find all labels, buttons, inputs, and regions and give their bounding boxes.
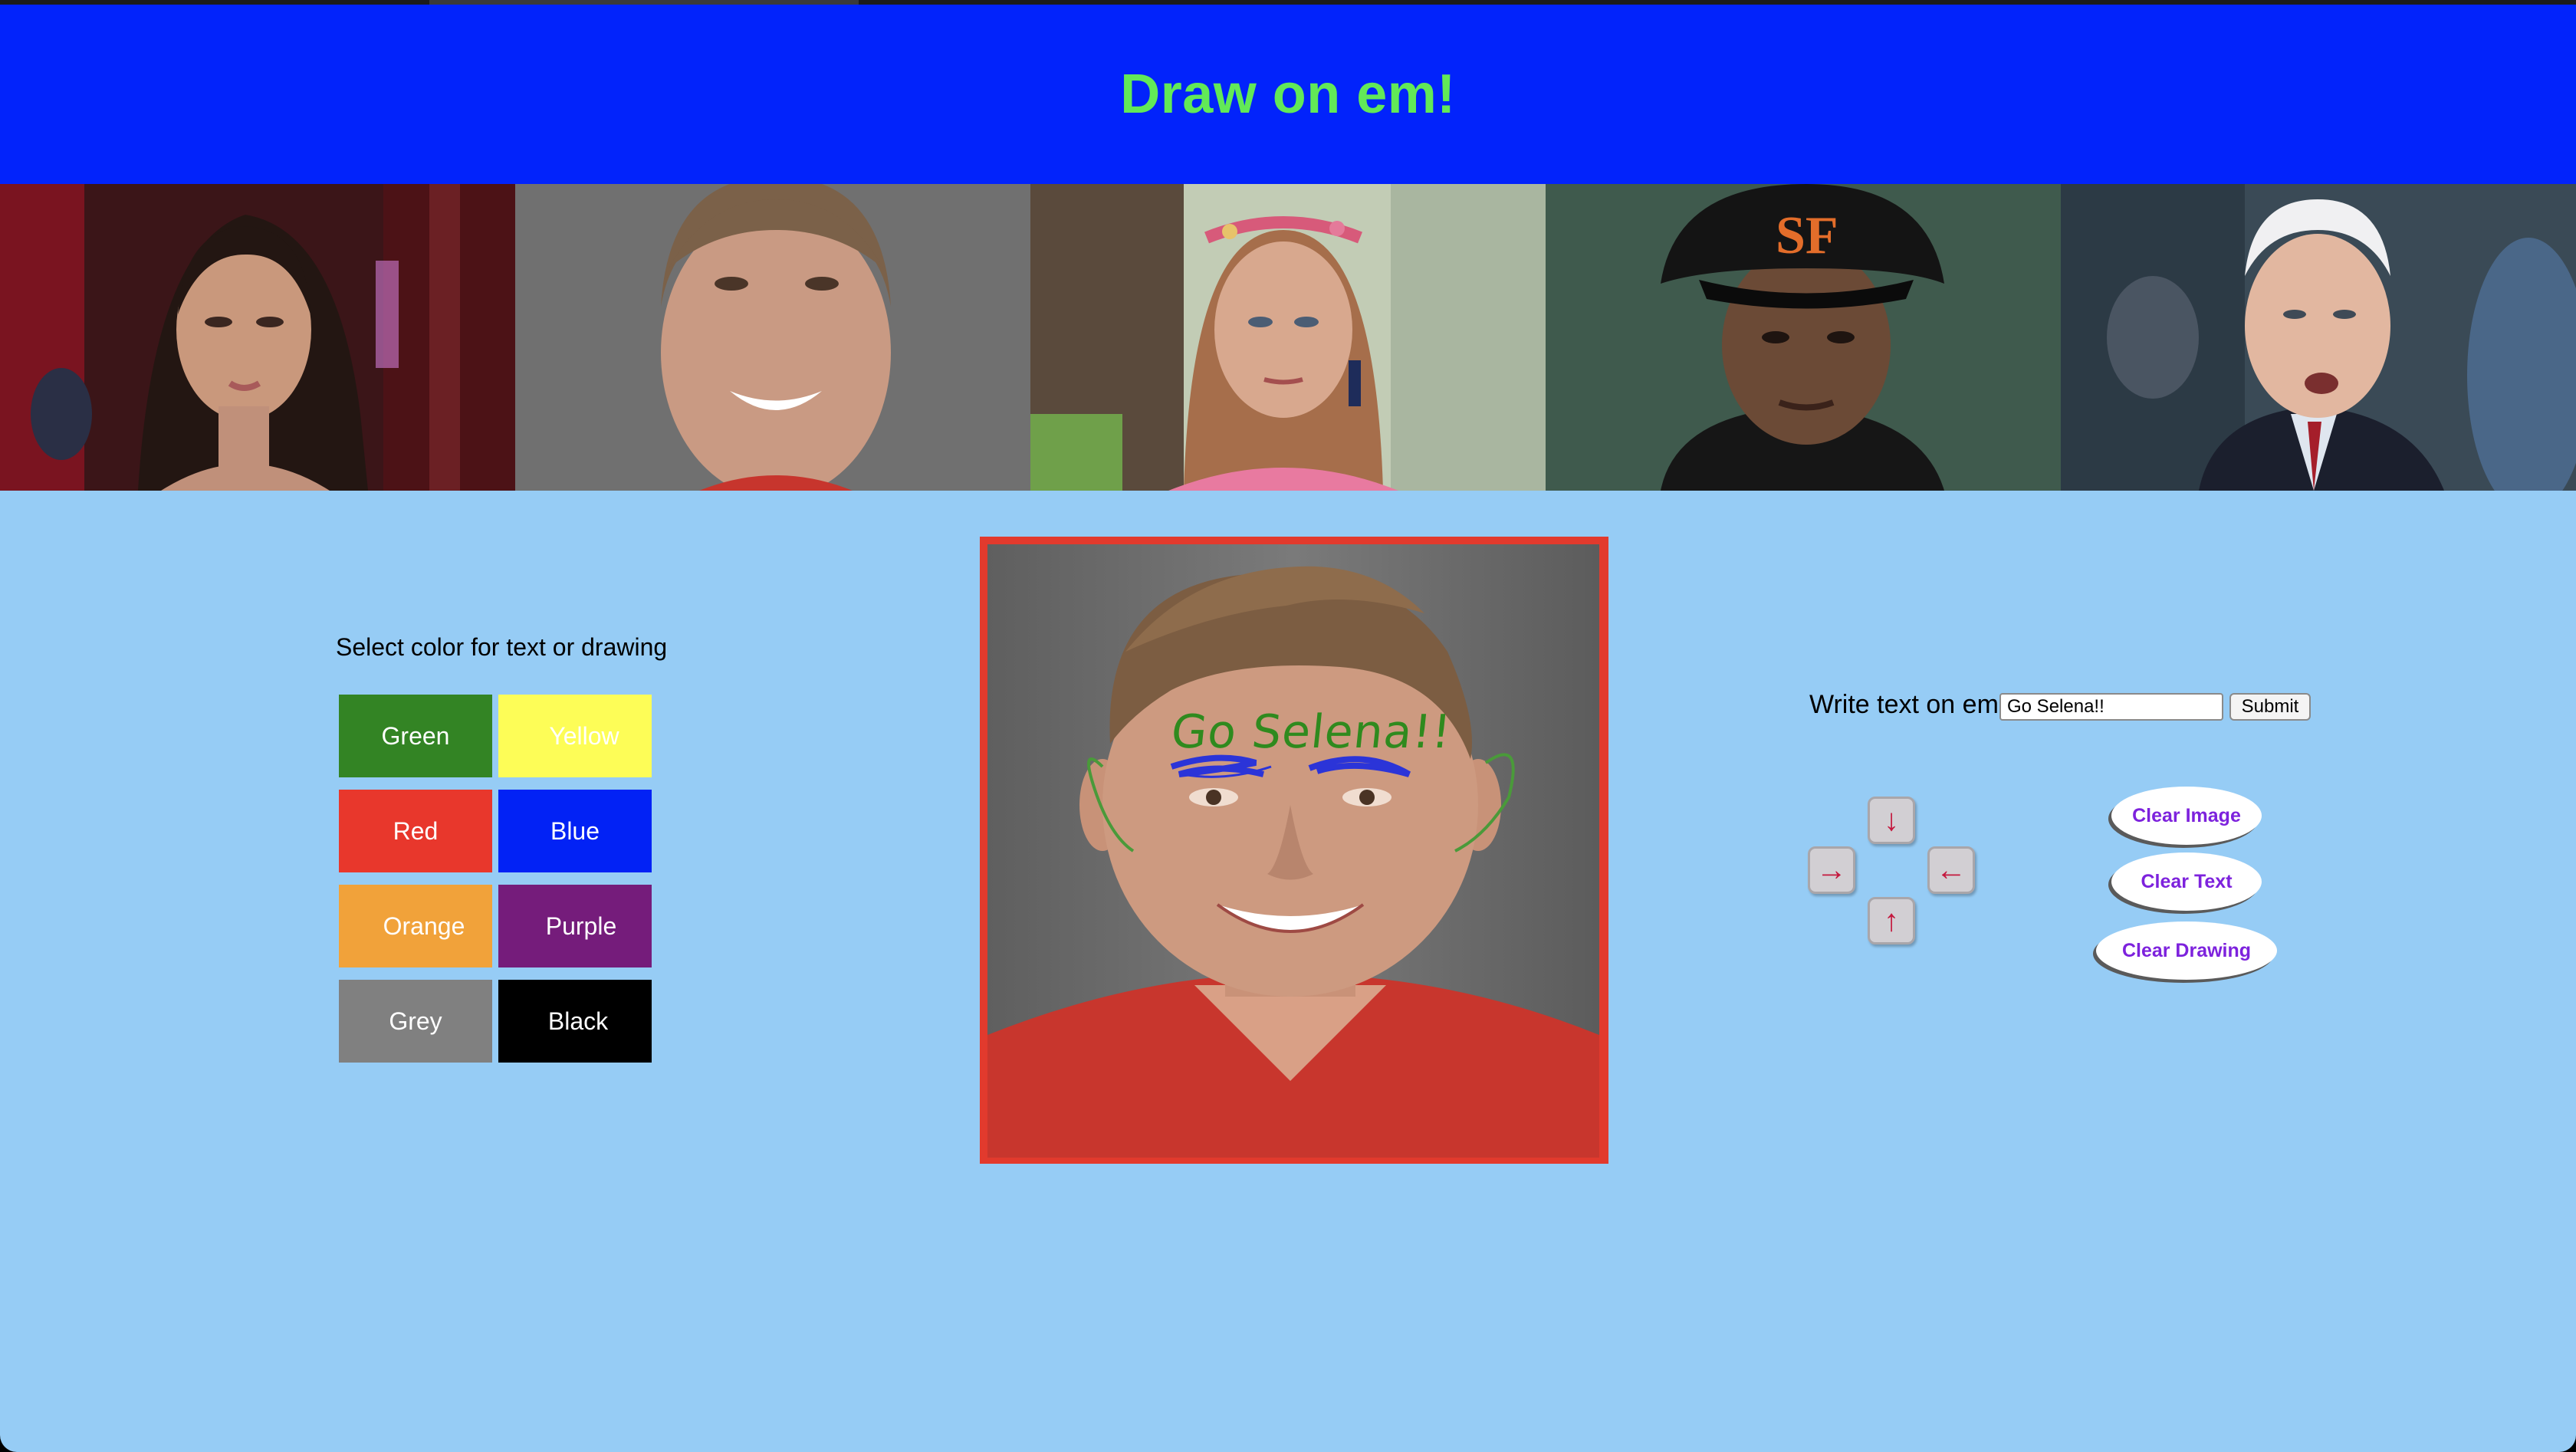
gallery-image-4[interactable]: SF (1546, 184, 2061, 491)
text-input[interactable]: Go Selena!! (1999, 693, 2223, 721)
gallery-image-1[interactable] (0, 184, 515, 491)
move-up-button[interactable]: ↑ (1868, 897, 1915, 944)
svg-text:SF: SF (1776, 206, 1838, 265)
swatch-grey[interactable]: Grey (339, 980, 492, 1063)
gallery-image-5[interactable] (2061, 184, 2576, 491)
arrow-down-icon: ↓ (1884, 803, 1899, 837)
clear-image-label: Clear Image (2132, 804, 2241, 826)
move-left-button[interactable]: ← (1927, 846, 1975, 894)
submit-button[interactable]: Submit (2229, 693, 2311, 721)
swatch-black[interactable]: Black (498, 980, 652, 1063)
swatch-green[interactable]: Green (339, 695, 492, 777)
swatch-blue[interactable]: Blue (498, 790, 652, 872)
swatch-label: Blue (550, 816, 600, 845)
page-header: Draw on em! (0, 5, 2576, 184)
gallery-image-3[interactable] (1030, 184, 1546, 491)
swatch-red[interactable]: Red (339, 790, 492, 872)
gallery-image-2[interactable] (515, 184, 1030, 491)
swatch-label: Green (381, 721, 450, 750)
write-text-label: Write text on em! (1809, 690, 2006, 719)
drawing-canvas[interactable]: Go Selena!! (987, 544, 1599, 1158)
swatch-purple[interactable]: Purple (498, 885, 652, 967)
arrow-up-icon: ↑ (1884, 904, 1899, 938)
canvas-overlay-text: Go Selena!! (1168, 705, 1454, 759)
palette-title: Select color for text or drawing (336, 633, 668, 661)
move-right-button[interactable]: → (1808, 846, 1855, 894)
page-title: Draw on em! (1120, 64, 1456, 125)
swatch-label: Grey (389, 1007, 442, 1035)
move-down-button[interactable]: ↓ (1868, 797, 1915, 844)
swatch-orange[interactable]: Orange (339, 885, 492, 967)
arrow-left-icon: ← (1936, 853, 1967, 887)
app-window: Draw on em! SF Select color for text or … (0, 0, 2576, 1452)
clear-text-button[interactable]: Clear Text (2111, 852, 2262, 911)
swatch-label: Black (547, 1007, 609, 1035)
drawing-canvas-frame: Go Selena!! (980, 537, 1608, 1164)
clear-drawing-label: Clear Drawing (2121, 939, 2252, 961)
clear-text-label: Clear Text (2141, 870, 2233, 892)
canvas-image (987, 544, 1599, 1158)
arrow-right-icon: → (1816, 853, 1847, 887)
image-gallery: SF (0, 184, 2576, 491)
clear-image-button[interactable]: Clear Image (2111, 787, 2262, 845)
submit-button-label: Submit (2241, 696, 2299, 717)
swatch-label: Orange (383, 912, 465, 940)
swatch-label: Yellow (549, 721, 619, 750)
swatch-label: Red (393, 816, 439, 845)
swatch-label: Purple (545, 912, 617, 940)
clear-drawing-button[interactable]: Clear Drawing (2096, 921, 2277, 980)
swatch-yellow[interactable]: Yellow (498, 695, 652, 777)
